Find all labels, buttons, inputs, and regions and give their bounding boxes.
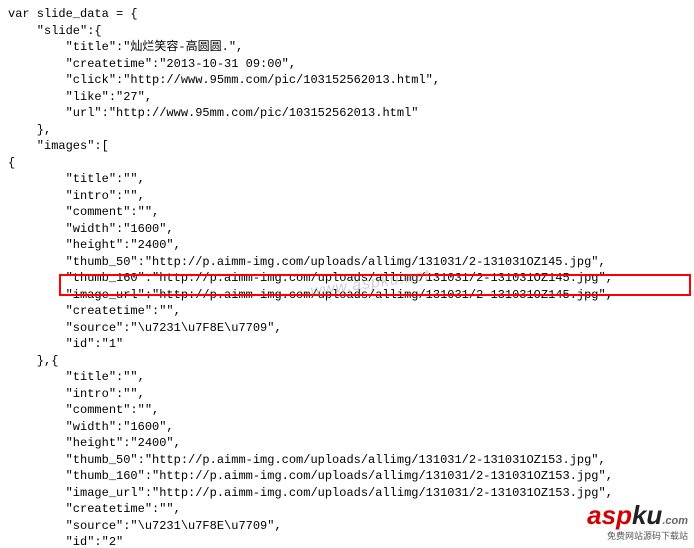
code-line: "image_url":"http://p.aimm-img.com/uploa… — [8, 485, 686, 502]
code-line: "title":"灿烂笑容-高圆圆.", — [8, 39, 686, 56]
code-line: "like":"27", — [8, 89, 686, 106]
code-line: "thumb_160":"http://p.aimm-img.com/uploa… — [8, 468, 686, 485]
code-line: "width":"1600", — [8, 221, 686, 238]
code-line: "height":"2400", — [8, 237, 686, 254]
code-line: "createtime":"2013-10-31 09:00", — [8, 56, 686, 73]
source-code-block: var slide_data = { "slide":{ "title":"灿烂… — [0, 0, 694, 548]
code-line: "createtime":"", — [8, 501, 686, 518]
code-line: "intro":"", — [8, 386, 686, 403]
code-line: "createtime":"", — [8, 303, 686, 320]
code-line: "thumb_160":"http://p.aimm-img.com/uploa… — [8, 270, 686, 287]
code-line: "click":"http://www.95mm.com/pic/1031525… — [8, 72, 686, 89]
code-line: { — [8, 155, 686, 172]
code-line: "comment":"", — [8, 204, 686, 221]
code-line: "source":"\u7231\u7F8E\u7709", — [8, 518, 686, 535]
code-line: "comment":"", — [8, 402, 686, 419]
code-line: },{ — [8, 353, 686, 370]
code-line: "image_url":"http://p.aimm-img.com/uploa… — [8, 287, 686, 304]
code-line: "height":"2400", — [8, 435, 686, 452]
code-line: }, — [8, 122, 686, 139]
code-line: "id":"2" — [8, 534, 686, 548]
code-line: "id":"1" — [8, 336, 686, 353]
code-line: "title":"", — [8, 369, 686, 386]
code-line: var slide_data = { — [8, 6, 686, 23]
code-line: "url":"http://www.95mm.com/pic/103152562… — [8, 105, 686, 122]
code-line: "title":"", — [8, 171, 686, 188]
code-line: "thumb_50":"http://p.aimm-img.com/upload… — [8, 254, 686, 271]
code-line: "thumb_50":"http://p.aimm-img.com/upload… — [8, 452, 686, 469]
code-line: "intro":"", — [8, 188, 686, 205]
code-line: "images":[ — [8, 138, 686, 155]
code-line: "width":"1600", — [8, 419, 686, 436]
code-line: "slide":{ — [8, 23, 686, 40]
code-line: "source":"\u7231\u7F8E\u7709", — [8, 320, 686, 337]
